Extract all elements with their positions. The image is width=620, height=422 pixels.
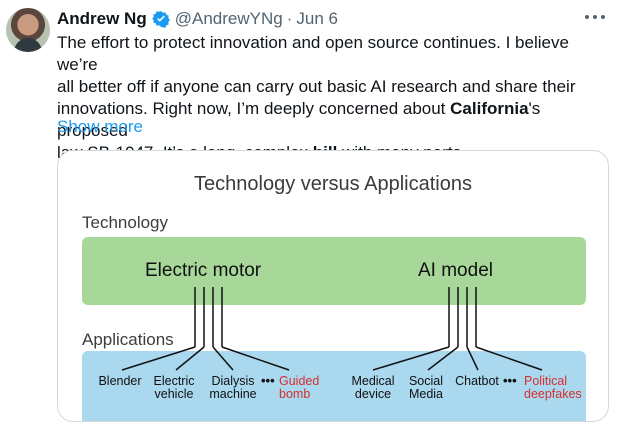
connector-line xyxy=(466,346,479,371)
verified-badge-icon xyxy=(151,11,170,28)
app-text: bomb xyxy=(279,387,311,401)
app-text: Chatbot xyxy=(455,374,499,388)
tweet-header: Andrew Ng @AndrewYNg · Jun 6 xyxy=(57,8,338,30)
author-name[interactable]: Andrew Ng xyxy=(57,9,147,29)
tweet-date[interactable]: Jun 6 xyxy=(296,9,338,29)
app-text: Media xyxy=(408,387,444,401)
connector-line xyxy=(175,346,205,371)
app-medical-device: Medical device xyxy=(351,375,395,401)
avatar[interactable] xyxy=(6,8,50,52)
hashtag-link-california[interactable]: California xyxy=(450,99,528,118)
connector-line xyxy=(121,346,196,371)
app-text: device xyxy=(354,387,392,401)
connector-line xyxy=(427,346,459,371)
author-handle[interactable]: @AndrewYNg xyxy=(175,9,283,29)
more-applications-ellipsis: ••• xyxy=(261,373,275,388)
connector-line xyxy=(372,346,450,371)
more-options-icon[interactable] xyxy=(585,12,605,22)
avatar-shirt xyxy=(14,38,42,52)
app-chatbot: Chatbot xyxy=(454,375,500,388)
tweet-text: The effort to protect innovation and ope… xyxy=(57,32,605,164)
app-political-deepfakes: Political deepfakes xyxy=(524,375,586,401)
show-more-link[interactable]: Show more xyxy=(57,117,143,137)
attached-image-card[interactable]: Technology versus Applications Technolog… xyxy=(57,150,609,422)
app-text: vehicle xyxy=(154,387,194,401)
tweet-text-line: The effort to protect innovation and ope… xyxy=(57,33,569,74)
app-text: Blender xyxy=(98,374,142,388)
text-segment: innovations. Right now, I’m deeply conce… xyxy=(57,99,451,118)
app-text: machine xyxy=(209,387,257,401)
app-blender: Blender xyxy=(98,375,142,388)
app-text: deepfakes xyxy=(524,387,582,401)
tweet-text-line: all better off if anyone can carry out b… xyxy=(57,77,576,96)
connector-line xyxy=(221,346,290,371)
app-dialysis-machine: Dialysis machine xyxy=(208,375,258,401)
separator-dot: · xyxy=(286,9,293,28)
app-social-media: Social Media xyxy=(406,375,446,401)
more-applications-ellipsis: ••• xyxy=(503,373,517,388)
app-electric-vehicle: Electric vehicle xyxy=(152,375,196,401)
connector-line xyxy=(475,346,543,371)
app-guided-bomb: Guided bomb xyxy=(279,375,323,401)
